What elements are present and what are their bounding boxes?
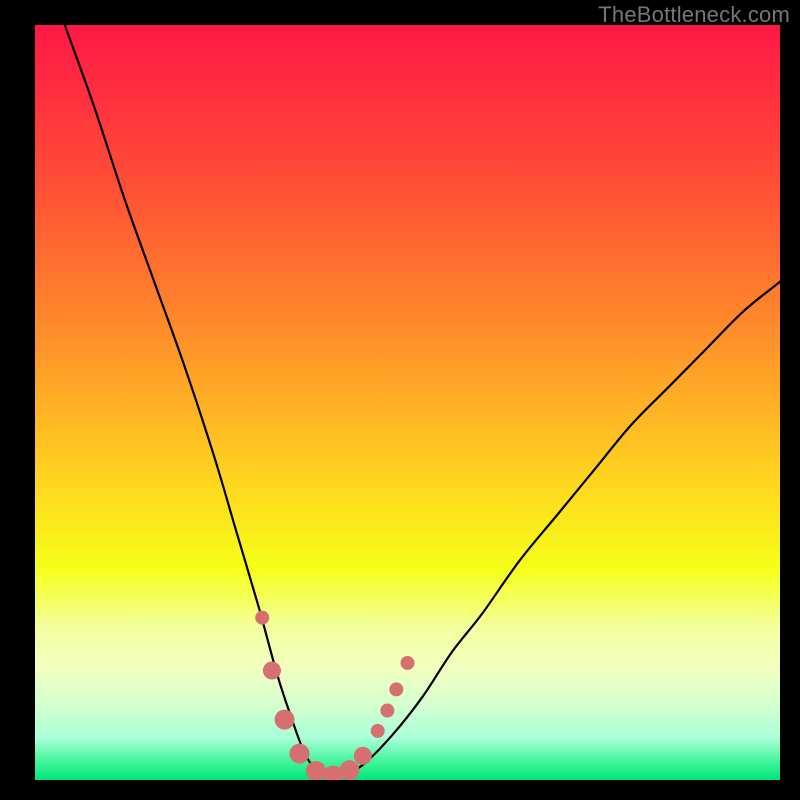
highlight-point <box>263 662 281 680</box>
highlight-point <box>275 710 295 730</box>
chart-frame: TheBottleneck.com <box>0 0 800 800</box>
highlight-point <box>255 611 269 625</box>
highlight-point <box>354 747 372 765</box>
highlight-point <box>380 704 394 718</box>
highlight-point <box>389 682 403 696</box>
highlight-point <box>401 656 415 670</box>
highlight-point <box>339 760 359 780</box>
highlight-point <box>289 744 309 764</box>
chart-svg <box>35 25 780 780</box>
highlight-point <box>306 761 326 780</box>
highlight-point <box>371 724 385 738</box>
plot-area <box>35 25 780 780</box>
watermark-label: TheBottleneck.com <box>598 2 790 28</box>
